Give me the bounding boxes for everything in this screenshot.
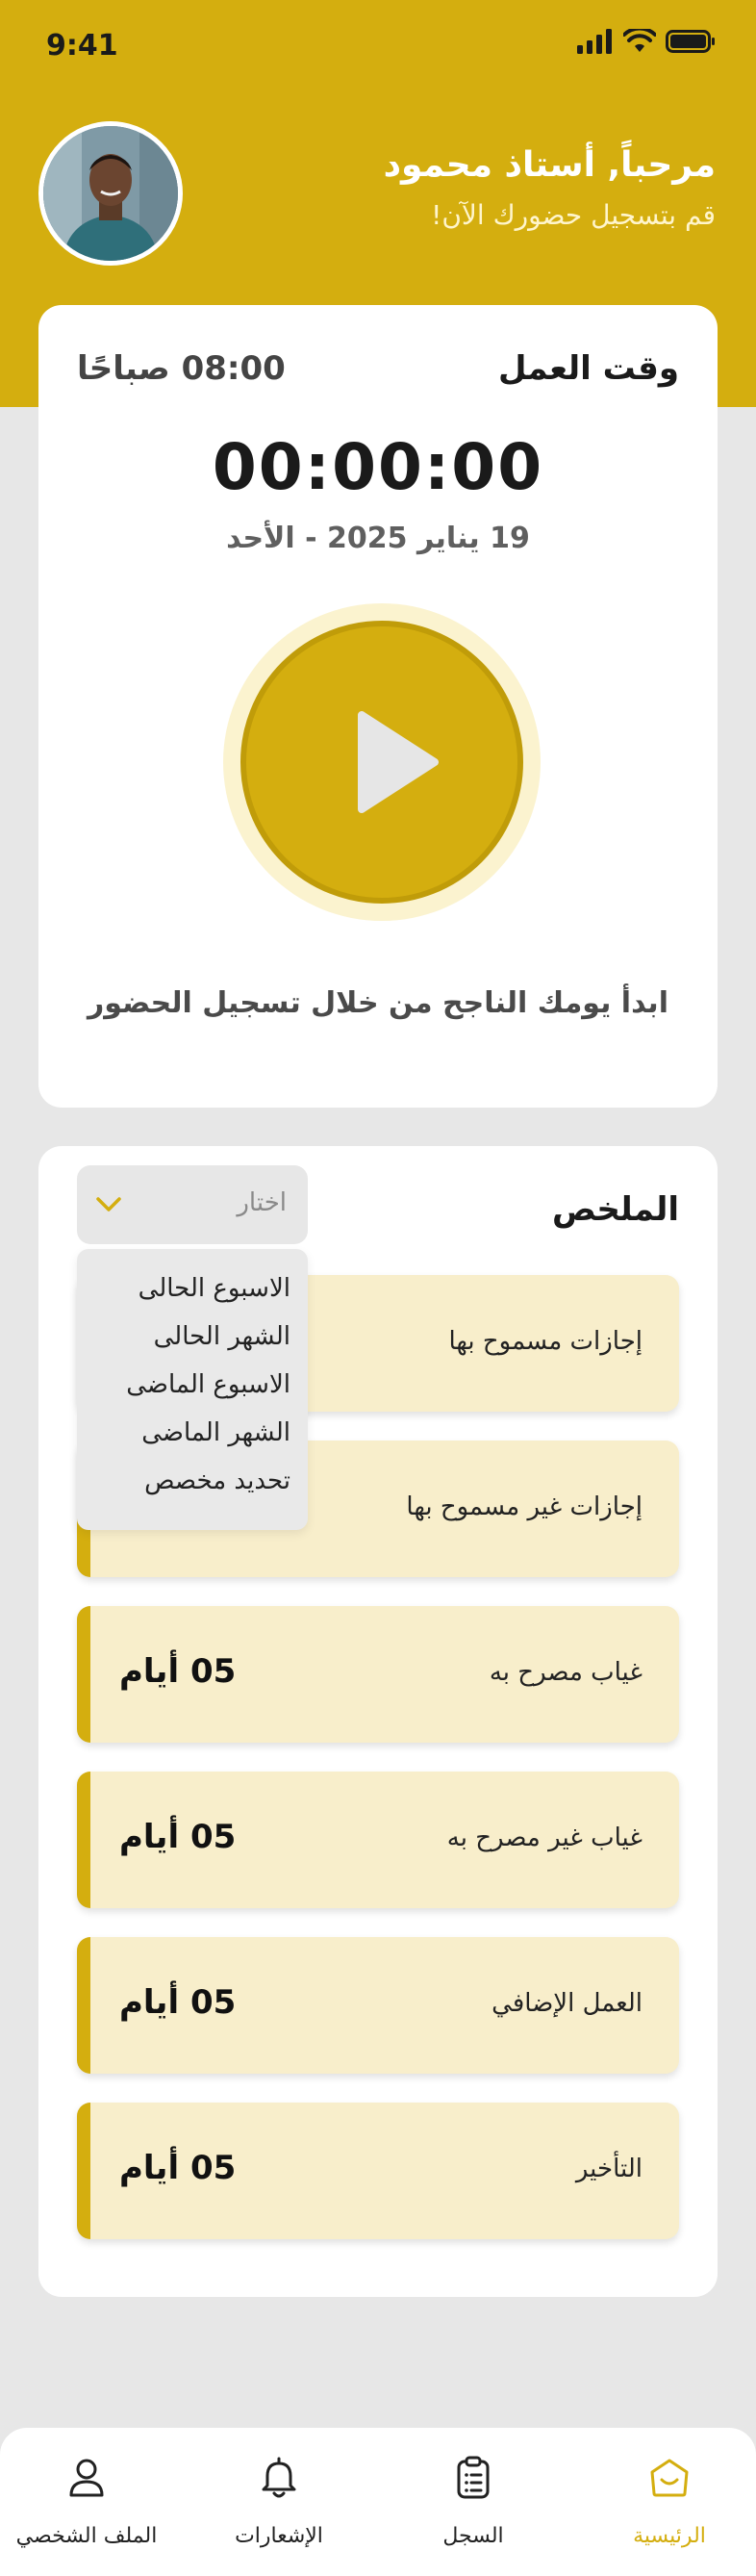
work-start-time: 08:00 صباحًا <box>77 349 286 388</box>
nav-log[interactable]: السجل <box>379 2428 567 2576</box>
nav-home-label: الرئيسية <box>633 2524 706 2548</box>
period-dropdown-menu: الاسبوع الحالى الشهر الحالى الاسبوع الما… <box>77 1249 308 1530</box>
dropdown-option-last-week[interactable]: الاسبوع الماضى <box>77 1361 308 1409</box>
dropdown-option-last-month[interactable]: الشهر الماضى <box>77 1409 308 1457</box>
nav-profile[interactable]: الملف الشخصي <box>0 2428 181 2576</box>
stat-value: 05 أيام <box>119 1983 237 2022</box>
current-date: 19 يناير 2025 - الأحد <box>226 522 530 555</box>
chevron-down-icon <box>96 1197 121 1211</box>
dropdown-option-current-week[interactable]: الاسبوع الحالى <box>77 1264 308 1313</box>
summary-title: الملخص <box>552 1190 679 1229</box>
stat-overtime[interactable]: العمل الإضافي 05 أيام <box>77 1937 679 2074</box>
greeting-subtitle: قم بتسجيل حضورك الآن! <box>431 199 716 232</box>
status-icons <box>577 29 721 58</box>
stat-label: العمل الإضافي <box>491 1989 643 2018</box>
period-select[interactable]: اختار <box>77 1165 308 1244</box>
signal-icon <box>577 29 612 54</box>
user-icon <box>69 2459 104 2497</box>
clipboard-icon <box>457 2456 490 2499</box>
home-icon <box>650 2459 689 2497</box>
stat-value: 05 أيام <box>119 1652 237 1691</box>
nav-notifications-label: الإشعارات <box>235 2524 323 2548</box>
bottom-navigation: الرئيسية السجل الإشعارات الملف الشخصي <box>0 2428 756 2576</box>
stat-value: 05 أيام <box>119 1818 237 1856</box>
work-timer: 00:00:00 <box>212 430 544 504</box>
check-in-button-inner <box>240 621 523 904</box>
status-time: 9:41 <box>46 29 118 63</box>
stat-label: إجازات غير مسموح بها <box>406 1492 643 1521</box>
stat-label: غياب غير مصرح به <box>446 1824 643 1852</box>
period-select-placeholder: اختار <box>237 1188 287 1217</box>
stat-label: إجازات مسموح بها <box>448 1327 643 1356</box>
dropdown-option-custom[interactable]: تحديد مخصص <box>77 1457 308 1505</box>
battery-icon <box>666 30 715 53</box>
nav-log-label: السجل <box>442 2524 504 2548</box>
greeting-block: مرحباً, أستاذ محمود قم بتسجيل حضورك الآن… <box>215 144 716 231</box>
status-bar: 9:41 <box>0 0 756 92</box>
user-photo <box>43 126 178 261</box>
stat-authorized-absence[interactable]: غياب مصرح به 05 أيام <box>77 1606 679 1743</box>
greeting-title: مرحباً, أستاذ محمود <box>383 145 716 185</box>
avatar[interactable] <box>38 121 183 266</box>
check-in-hint: ابدأ يومك الناجح من خلال تسجيل الحضور <box>88 986 668 1020</box>
play-icon <box>358 711 439 813</box>
nav-notifications[interactable]: الإشعارات <box>185 2428 373 2576</box>
stat-label: غياب مصرح به <box>489 1658 643 1687</box>
stat-label: التأخير <box>575 2155 643 2183</box>
nav-profile-label: الملف الشخصي <box>15 2524 158 2548</box>
bell-icon <box>262 2457 296 2498</box>
work-time-title: وقت العمل <box>498 349 679 388</box>
nav-home[interactable]: الرئيسية <box>575 2428 756 2576</box>
work-time-card: وقت العمل 08:00 صباحًا 00:00:00 19 يناير… <box>38 305 718 1108</box>
dropdown-option-current-month[interactable]: الشهر الحالى <box>77 1313 308 1361</box>
stat-lateness[interactable]: التأخير 05 أيام <box>77 2103 679 2239</box>
stat-unauthorized-absence[interactable]: غياب غير مصرح به 05 أيام <box>77 1772 679 1908</box>
check-in-button[interactable] <box>223 603 541 921</box>
stat-value: 05 أيام <box>119 2149 237 2187</box>
wifi-icon <box>623 29 656 52</box>
